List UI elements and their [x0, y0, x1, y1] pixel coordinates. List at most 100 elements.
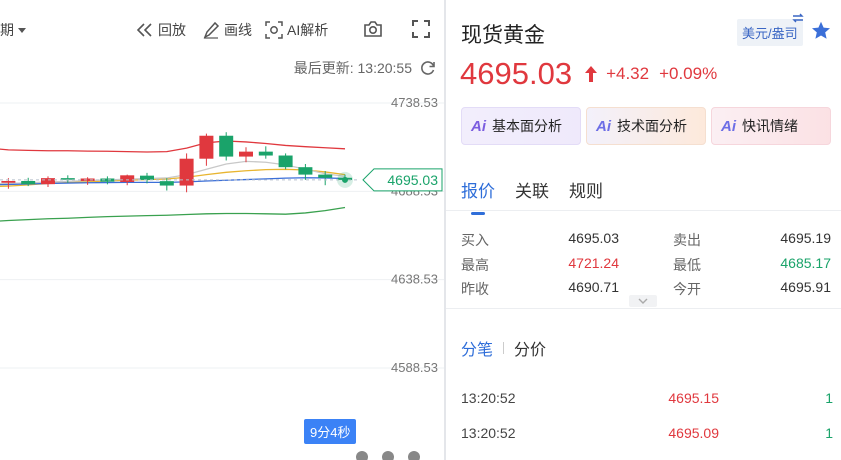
zoom-icon[interactable]	[356, 451, 368, 460]
price-row: 4695.03 +4.32 +0.09%	[460, 56, 717, 92]
quote-row: 买入 4695.03 卖出 4695.19	[461, 230, 831, 255]
y-tick-label: 4638.53	[391, 272, 438, 287]
candle-body	[219, 135, 234, 157]
replay-button[interactable]: 回放	[136, 20, 186, 40]
candle-body	[278, 155, 293, 168]
candle-body	[298, 167, 313, 175]
chart-panel: 期 回放 画线 AI解析 最后更新: 13:20:55 4738.534688.…	[0, 0, 444, 460]
candle-body	[41, 178, 55, 185]
quote-row: 最高 4721.24 最低 4685.17	[461, 255, 831, 280]
fundamental-analysis-button[interactable]: Ai 基本面分析	[461, 107, 581, 145]
tab-price-distribution[interactable]: 分价	[514, 336, 546, 360]
draw-line-button[interactable]: 画线	[202, 20, 252, 40]
ai-icon: Ai	[721, 117, 736, 135]
last-update-time: 13:20:55	[357, 60, 413, 76]
screenshot-button[interactable]	[363, 20, 383, 38]
rewind-icon	[136, 23, 152, 37]
last-update: 最后更新: 13:20:55	[294, 58, 436, 78]
candle-body	[21, 180, 36, 185]
bid-value: 4695.03	[568, 230, 619, 246]
open-value: 4695.91	[780, 279, 831, 295]
candlestick-chart[interactable]: 4738.534688.534638.534588.534695.03	[0, 84, 444, 414]
fundamental-label: 基本面分析	[492, 118, 562, 134]
swap-icon[interactable]	[792, 13, 804, 23]
candle-body	[239, 151, 253, 157]
candle-body	[120, 175, 135, 183]
trade-detail-tabs: 分笔 分价	[461, 336, 546, 360]
last-update-text: 最后更新: 13:20:55	[294, 58, 412, 78]
prev-close-value: 4690.71	[568, 279, 619, 295]
candle-body	[318, 174, 333, 178]
replay-label: 回放	[158, 22, 186, 38]
candle-body	[140, 175, 154, 180]
tabs-divider	[446, 210, 841, 211]
low-value: 4685.17	[780, 254, 831, 271]
tick-price: 4695.09	[668, 425, 719, 441]
news-sentiment-button[interactable]: Ai 快讯情绪	[711, 107, 831, 145]
collapse-chevron-icon[interactable]	[629, 295, 657, 307]
period-select[interactable]: 期	[0, 20, 26, 40]
last-price: 4695.03	[460, 56, 573, 91]
y-tick-label: 4738.53	[391, 95, 438, 110]
candle-body	[258, 151, 273, 156]
favorite-star-icon[interactable]	[811, 21, 831, 40]
ask-value: 4695.19	[780, 230, 831, 246]
chart-toolbar: 期 回放 画线 AI解析	[0, 0, 444, 58]
tick-volume: 1	[825, 425, 833, 441]
fullscreen-icon	[412, 20, 430, 38]
last-update-label: 最后更新:	[293, 60, 354, 76]
tick-row: 13:20:52 4695.09 1	[461, 425, 833, 460]
instrument-name: 现货黄金	[461, 24, 545, 47]
ai-label: AI解析	[287, 22, 329, 38]
quote-grid: 买入 4695.03 卖出 4695.19 最高 4721.24 最低 4685…	[461, 230, 831, 304]
ai-icon: Ai	[596, 117, 611, 135]
prev-close-label: 昨收	[461, 281, 489, 297]
low-label: 最低	[673, 256, 701, 273]
y-tick-label: 4588.53	[391, 360, 438, 375]
open-label: 今开	[673, 281, 701, 297]
fullscreen-button[interactable]	[412, 20, 430, 38]
tick-row-partial: 13:20:52 4695.15 1	[461, 358, 833, 375]
price-change-pct: +0.09%	[659, 64, 718, 83]
arrow-up-icon	[585, 66, 598, 82]
grid-divider	[446, 308, 841, 309]
tick-row: 13:20:52 4695.15 1	[461, 390, 833, 426]
candle-body	[179, 158, 194, 186]
news-label: 快讯情绪	[742, 118, 798, 134]
ask-label: 卖出	[673, 232, 701, 248]
camera-icon	[364, 21, 382, 37]
indicator-icon[interactable]	[408, 451, 420, 460]
current-price-label: 4695.03	[387, 172, 438, 188]
candle-body	[159, 181, 174, 186]
moving-average-line	[0, 140, 346, 153]
tick-time: 13:20:52	[461, 425, 516, 441]
price-change-abs: +4.32	[606, 64, 650, 83]
bid-label: 买入	[461, 232, 489, 248]
tick-time: 13:20:52	[461, 390, 516, 406]
ai-scan-icon	[265, 21, 283, 39]
moving-average-line	[0, 206, 346, 222]
draw-label: 画线	[224, 22, 252, 38]
technical-analysis-button[interactable]: Ai 技术面分析	[586, 107, 706, 145]
high-value: 4721.24	[568, 254, 619, 271]
current-price-dot	[342, 176, 348, 183]
technical-label: 技术面分析	[617, 118, 687, 134]
chart-bottom-icons	[356, 451, 420, 460]
ai-analysis-button[interactable]: AI解析	[265, 20, 328, 40]
tick-list[interactable]: 13:20:52 4695.15 1 13:20:52 4695.15 1 13…	[461, 358, 833, 460]
ai-icon: Ai	[471, 117, 486, 135]
quote-panel: 现货黄金 美元/盎司 4695.03 +4.32 +0.09% Ai 基本面分析…	[446, 0, 841, 460]
candle-body	[199, 135, 214, 159]
high-label: 最高	[461, 256, 489, 273]
period-label: 期	[0, 22, 14, 38]
refresh-icon[interactable]	[420, 60, 436, 76]
settings-gear-icon[interactable]	[382, 451, 394, 460]
tab-separator	[503, 342, 505, 354]
currency-unit-tag[interactable]: 美元/盎司	[737, 19, 803, 46]
pen-icon	[203, 21, 220, 39]
tab-ticks[interactable]: 分笔	[461, 336, 493, 360]
caret-down-icon	[18, 28, 26, 33]
candle-countdown-badge: 9分4秒	[304, 419, 357, 444]
tick-price: 4695.15	[668, 390, 719, 406]
tick-volume: 1	[825, 390, 833, 406]
